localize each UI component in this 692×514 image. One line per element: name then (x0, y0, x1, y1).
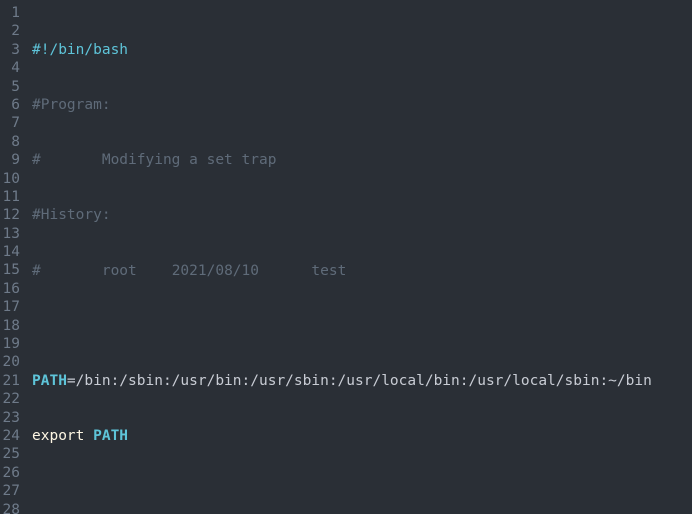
code-line: # Modifying a set trap (32, 151, 652, 169)
code-line (32, 317, 652, 335)
line-number: 26 (0, 464, 26, 482)
line-number: 5 (0, 78, 26, 96)
variable-path: PATH (32, 373, 67, 389)
comment: #Program: (32, 97, 111, 113)
line-number: 4 (0, 59, 26, 77)
comment: # (32, 152, 102, 168)
line-number-gutter: 1234567891011121314151617181920212223242… (0, 4, 26, 514)
line-number: 22 (0, 390, 26, 408)
line-number: 21 (0, 372, 26, 390)
line-number: 10 (0, 170, 26, 188)
line-number: 16 (0, 280, 26, 298)
line-number: 24 (0, 427, 26, 445)
line-number: 8 (0, 133, 26, 151)
code-line: # root 2021/08/10 test (32, 262, 652, 280)
shebang: #!/bin/bash (32, 42, 128, 58)
code-line: #History: (32, 206, 652, 224)
line-number: 6 (0, 96, 26, 114)
operator: = (67, 373, 76, 389)
comment: Modifying a set trap (102, 152, 277, 168)
line-number: 13 (0, 225, 26, 243)
comment: # (32, 263, 102, 279)
line-number: 7 (0, 114, 26, 132)
line-number: 9 (0, 151, 26, 169)
line-number: 17 (0, 298, 26, 316)
line-number: 15 (0, 261, 26, 279)
code-line (32, 482, 652, 500)
line-number: 1 (0, 4, 26, 22)
line-number: 28 (0, 501, 26, 514)
comment: test (311, 263, 346, 279)
line-number: 14 (0, 243, 26, 261)
keyword-export: export (32, 428, 93, 444)
variable-path: PATH (93, 428, 128, 444)
comment: 2021/08/10 (172, 263, 312, 279)
line-number: 19 (0, 335, 26, 353)
code-line: export PATH (32, 427, 652, 445)
line-number: 11 (0, 188, 26, 206)
line-number: 23 (0, 409, 26, 427)
line-number: 2 (0, 22, 26, 40)
comment: root (102, 263, 172, 279)
code-line: PATH=/bin:/sbin:/usr/bin:/usr/sbin:/usr/… (32, 372, 652, 390)
line-number: 12 (0, 206, 26, 224)
code-line: #Program: (32, 96, 652, 114)
line-number: 18 (0, 317, 26, 335)
line-number: 25 (0, 445, 26, 463)
editor-pane[interactable]: 1234567891011121314151617181920212223242… (0, 0, 692, 514)
comment: #History: (32, 207, 111, 223)
path-value: /bin:/sbin:/usr/bin:/usr/sbin:/usr/local… (76, 373, 652, 389)
line-number: 3 (0, 41, 26, 59)
line-number: 20 (0, 353, 26, 371)
code-area[interactable]: #!/bin/bash #Program: # Modifying a set … (26, 4, 652, 514)
line-number: 27 (0, 482, 26, 500)
code-line: #!/bin/bash (32, 41, 652, 59)
